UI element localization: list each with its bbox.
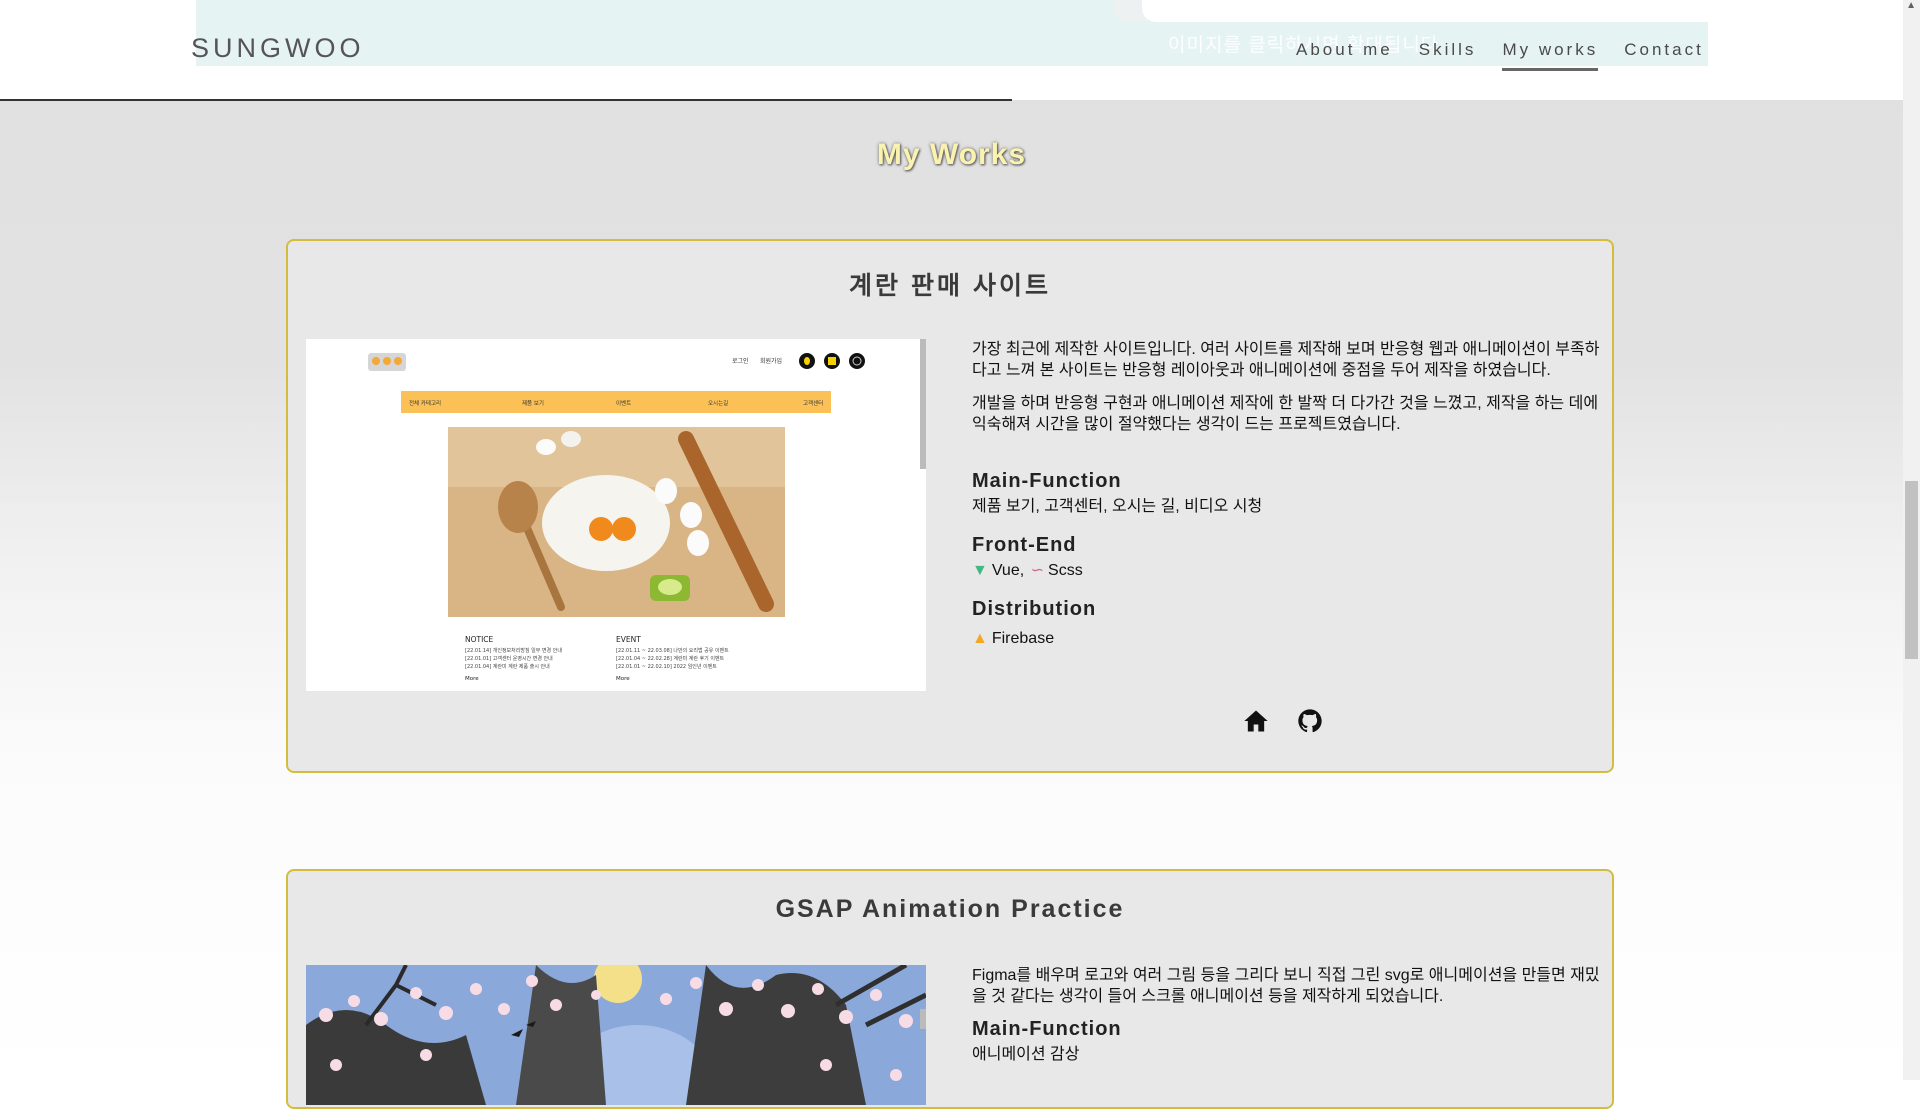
scroll-up-arrow-icon[interactable]: ▲ — [1906, 0, 1916, 11]
project-description: Figma를 배우며 로고와 여러 그림 등을 그리다 보니 직접 그린 svg… — [972, 965, 1600, 1065]
frontend-vue: Vue, — [991, 562, 1025, 579]
frontend-scss: Scss — [1048, 562, 1083, 579]
description-paragraph: 개발을 하며 반응형 구현과 애니메이션 제작에 한 발짝 더 다가간 것을 느… — [972, 395, 1599, 433]
project-screenshot[interactable] — [306, 965, 926, 1105]
preview-login-link: 로그인 — [732, 358, 749, 365]
site-logo[interactable]: SUNGWOO — [191, 33, 365, 64]
project-screenshot[interactable]: 로그인 회원가입 전체 카테고리 제품 보기 이벤트 오시는길 고객센터 NOT… — [306, 339, 926, 691]
egg-site-preview: 로그인 회원가입 전체 카테고리 제품 보기 이벤트 오시는길 고객센터 NOT… — [306, 339, 926, 691]
sass-icon: ∽ — [1030, 562, 1045, 579]
main-function-value: 제품 보기, 고객센터, 오시는 길, 비디오 시청 — [972, 498, 1263, 515]
github-icon[interactable] — [1296, 707, 1324, 735]
description-paragraph: Figma를 배우며 로고와 여러 그림 등을 그리다 보니 직접 그린 svg… — [972, 967, 1600, 1005]
distribution-firebase: Firebase — [991, 630, 1055, 647]
nav-skills[interactable]: Skills — [1419, 40, 1477, 71]
svg-text:EVENT: EVENT — [616, 635, 641, 644]
svg-text:오시는길: 오시는길 — [708, 399, 728, 407]
svg-text:전체 카테고리: 전체 카테고리 — [409, 399, 441, 407]
svg-text:제품 보기: 제품 보기 — [522, 399, 544, 407]
svg-text:[22.01.14] 개인정보처리방침 일부 변경 안내: [22.01.14] 개인정보처리방침 일부 변경 안내 — [465, 647, 562, 654]
svg-text:[22.01.04 ~ 22.02.28] 계란미 계란 후: [22.01.04 ~ 22.02.28] 계란미 계란 후기 이벤트 — [616, 655, 725, 662]
svg-text:More: More — [616, 676, 630, 682]
section-title: My Works — [876, 138, 1027, 171]
nav-about-me[interactable]: About me — [1296, 40, 1393, 71]
svg-text:More: More — [465, 676, 479, 682]
page-scrollbar[interactable]: ▲ — [1903, 0, 1920, 1080]
svg-text:이벤트: 이벤트 — [616, 399, 631, 407]
main-function-heading: Main-Function — [972, 470, 1122, 492]
egg-site-logo-icon — [368, 353, 406, 371]
vue-icon: ▼ — [972, 562, 988, 579]
svg-text:[22.01.01] 고객센터 운영시간 변경 안내: [22.01.01] 고객센터 운영시간 변경 안내 — [465, 655, 553, 662]
scrollbar-thumb[interactable] — [1905, 481, 1918, 659]
scroll-progress-bar — [0, 99, 1012, 101]
project-title: 계란 판매 사이트 — [849, 272, 1051, 300]
distribution-heading: Distribution — [972, 598, 1097, 620]
project-card: 계란 판매 사이트 로그인 회원가입 전체 카테고리 제품 보기 이벤트 오시는… — [286, 239, 1614, 773]
nav-my-works[interactable]: My works — [1502, 40, 1599, 71]
preview-scrollbar[interactable] — [920, 339, 926, 469]
site-header: 이미지를 클릭하시면 확대됩니다 SUNGWOO About me Skills… — [0, 0, 1903, 101]
gsap-preview — [306, 965, 926, 1105]
svg-text:[22.01.11 ~ 22.03.08] 나만의 요리법: [22.01.11 ~ 22.03.08] 나만의 요리법 공유 이벤트 — [616, 647, 729, 654]
frontend-heading: Front-End — [972, 534, 1077, 556]
svg-text:[22.01.04] 계란미 계란 제품 출시 안내: [22.01.04] 계란미 계란 제품 출시 안내 — [465, 663, 550, 670]
svg-text:NOTICE: NOTICE — [465, 635, 494, 644]
home-icon[interactable] — [1242, 707, 1270, 735]
description-paragraph: 가장 최근에 제작한 사이트입니다. 여러 사이트를 제작해 보며 반응형 웹과… — [972, 341, 1600, 379]
preview-scrollbar[interactable] — [920, 1009, 926, 1029]
svg-text:고객센터: 고객센터 — [803, 399, 823, 407]
main-function-value: 애니메이션 감상 — [972, 1046, 1080, 1063]
preview-signup-link: 회원가입 — [760, 357, 782, 365]
nav-contact[interactable]: Contact — [1624, 40, 1704, 71]
project-description: 가장 최근에 제작한 사이트입니다. 여러 사이트를 제작해 보며 반응형 웹과… — [972, 339, 1600, 649]
main-function-heading: Main-Function — [972, 1018, 1122, 1040]
project-title: GSAP Animation Practice — [775, 895, 1125, 923]
frontend-value: ▼ Vue, ∽ Scss — [972, 560, 1600, 581]
svg-text:[22.01.01 ~ 22.02.10] 2022 임인년: [22.01.01 ~ 22.02.10] 2022 임인년 이벤트 — [616, 663, 717, 670]
main-nav: About me Skills My works Contact — [1296, 40, 1704, 71]
firebase-icon: ▲ — [972, 630, 988, 647]
project-card: GSAP Animation Practice Figma를 배우며 로고와 여… — [286, 869, 1614, 1109]
distribution-value: ▲ Firebase — [972, 628, 1600, 649]
project-links — [1242, 707, 1324, 735]
